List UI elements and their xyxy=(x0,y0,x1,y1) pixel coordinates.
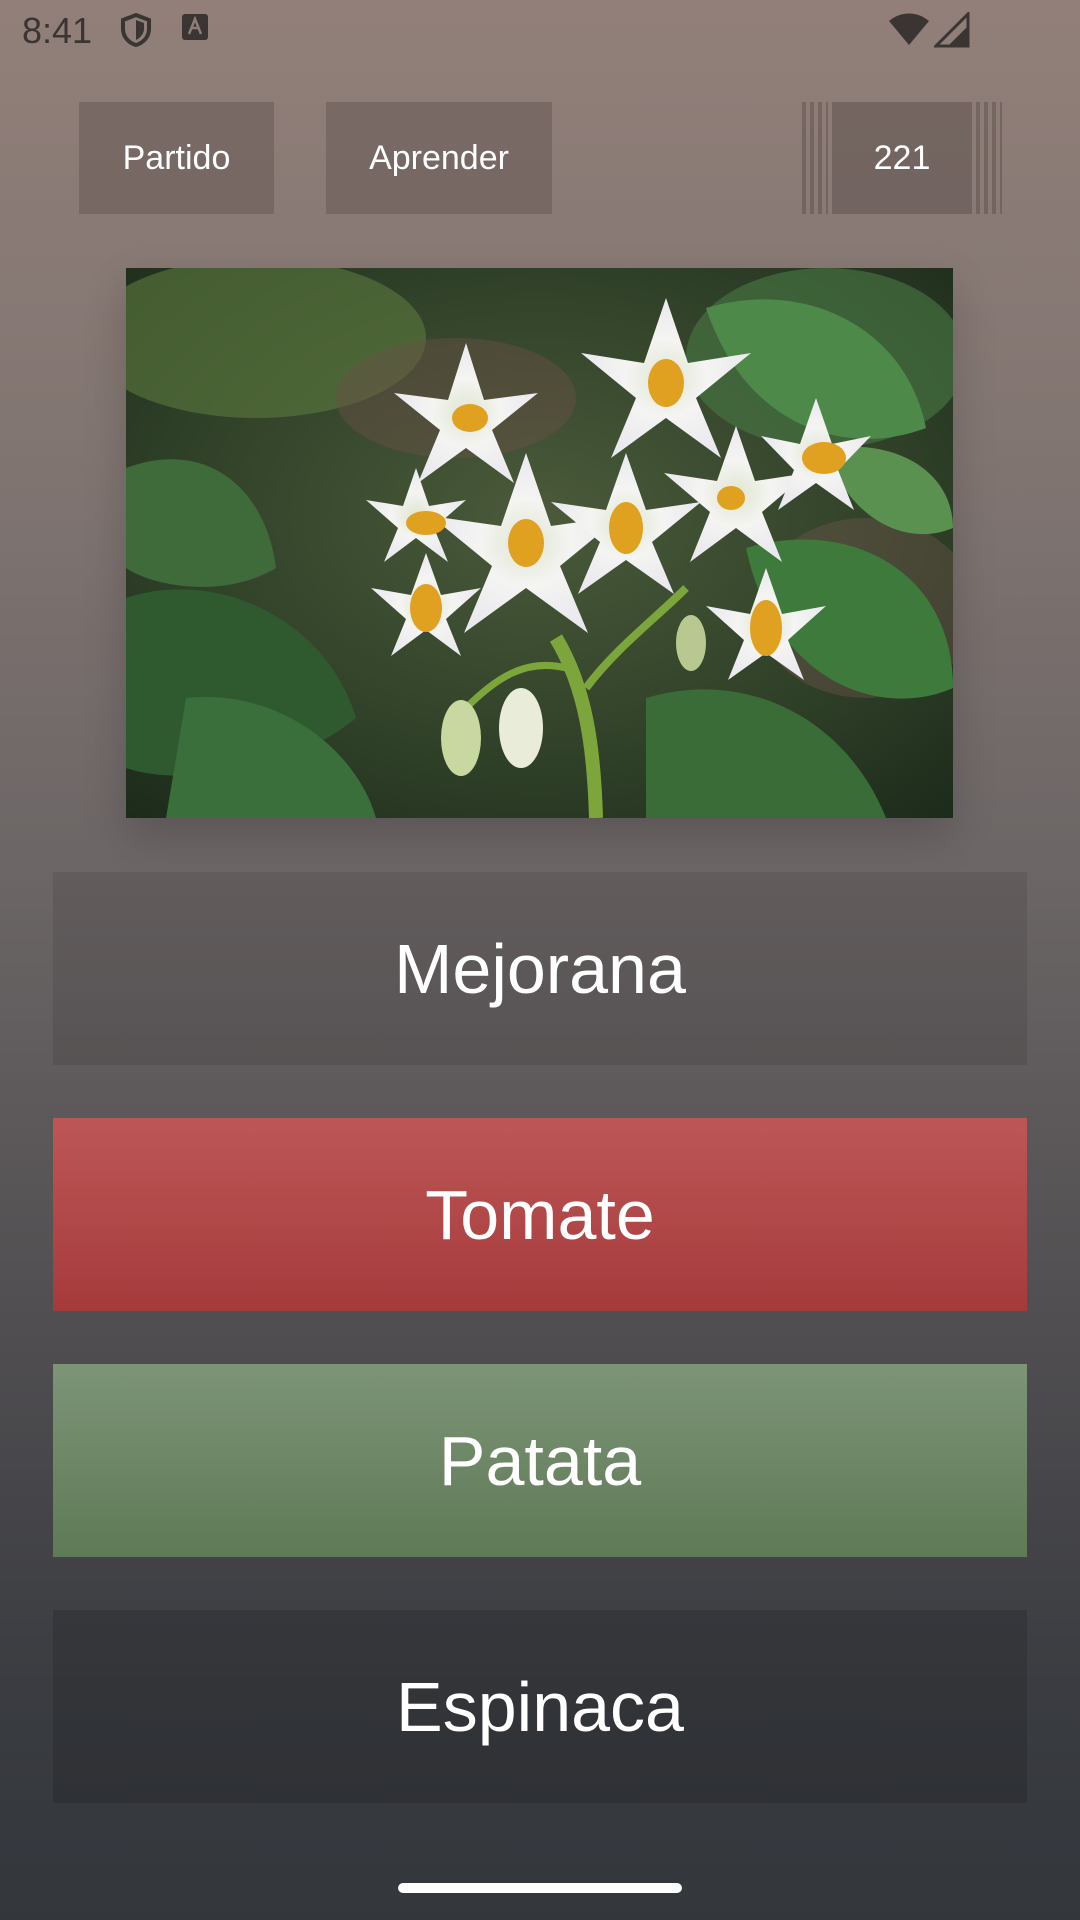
score-stripes-left xyxy=(802,102,828,214)
cell-signal-icon xyxy=(932,10,970,48)
score-counter: 221 xyxy=(802,102,1002,214)
plant-photo xyxy=(126,268,953,818)
wifi-icon xyxy=(888,12,929,48)
answer-option-patata-correct[interactable]: Patata xyxy=(53,1364,1027,1557)
font-a-icon xyxy=(180,12,216,48)
answer-option-tomate-wrong[interactable]: Tomate xyxy=(53,1118,1027,1311)
match-button[interactable]: Partido xyxy=(79,102,274,214)
score-stripes-right xyxy=(976,102,1002,214)
status-bar: 8:41 xyxy=(0,0,1080,64)
shield-icon xyxy=(118,12,154,48)
score-value: 221 xyxy=(832,102,972,214)
answer-option-mejorana[interactable]: Mejorana xyxy=(53,872,1027,1065)
learn-button[interactable]: Aprender xyxy=(326,102,552,214)
status-time: 8:41 xyxy=(22,10,93,51)
answer-option-espinaca[interactable]: Espinaca xyxy=(53,1610,1027,1803)
home-indicator[interactable] xyxy=(398,1883,682,1893)
